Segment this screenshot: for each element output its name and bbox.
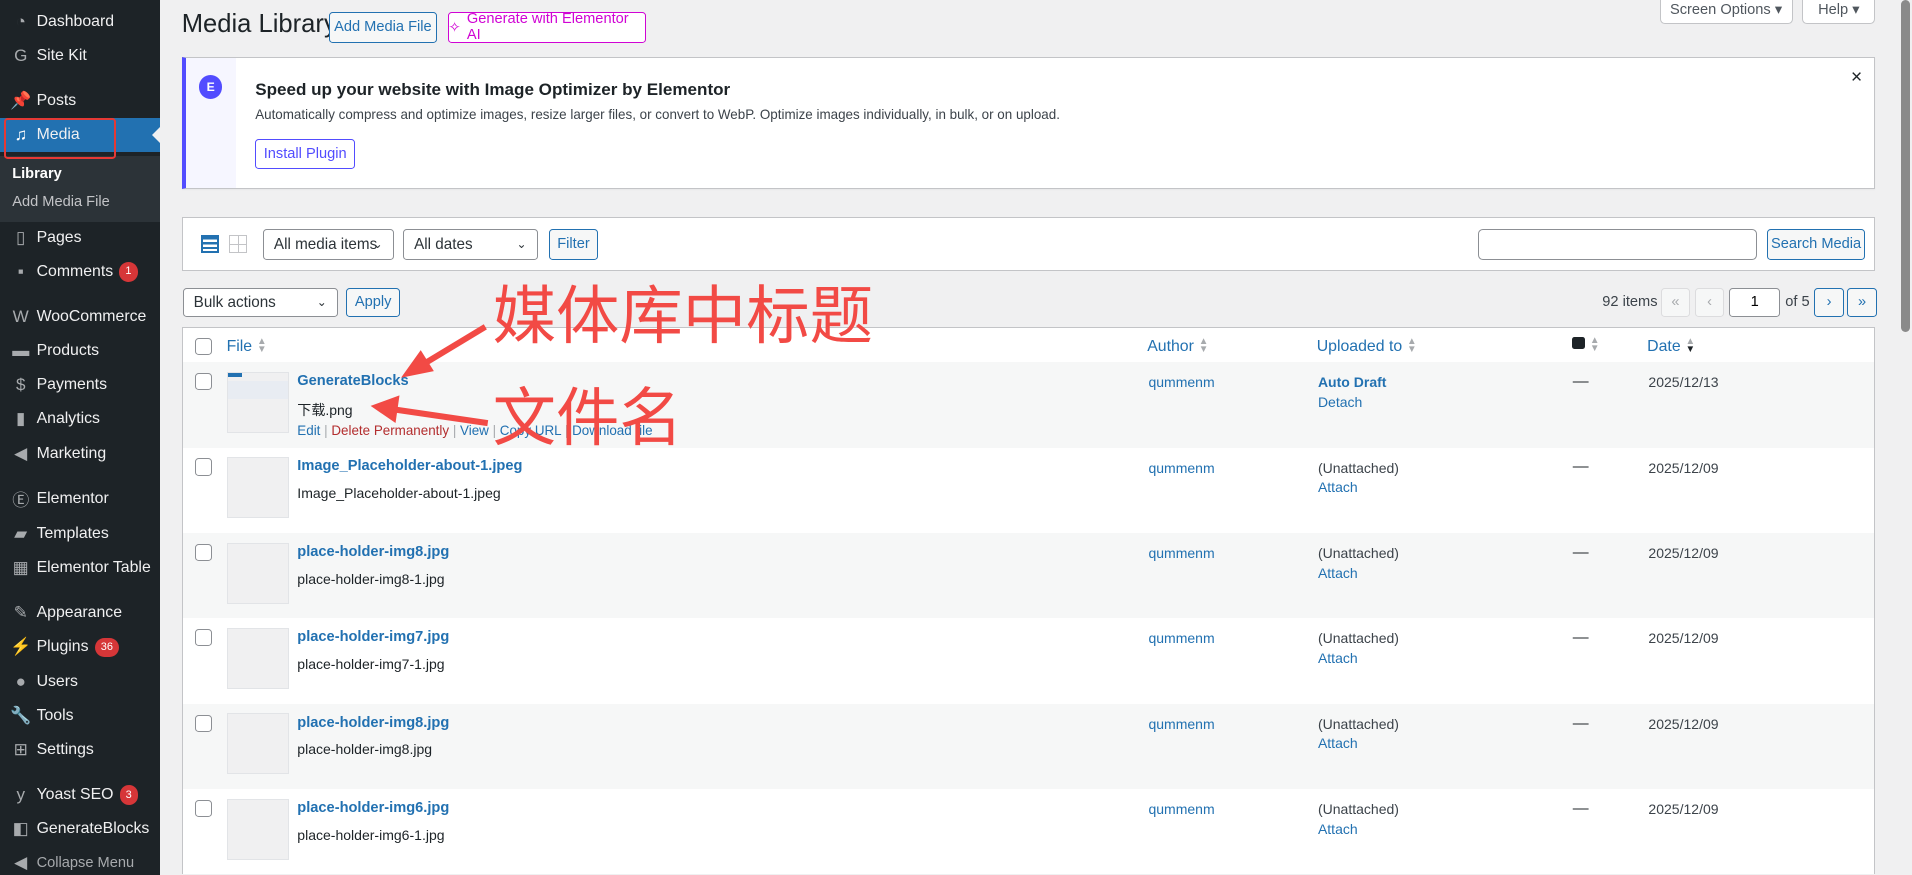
arrow-line xyxy=(419,324,487,369)
arrow-line xyxy=(395,406,489,427)
arrow-head xyxy=(401,350,434,378)
arrow-head xyxy=(370,395,400,423)
annotation-arrows xyxy=(370,324,489,427)
